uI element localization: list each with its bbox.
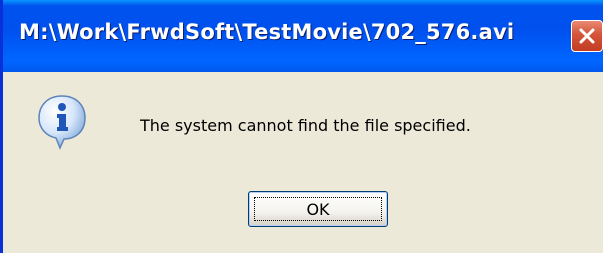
error-message: The system cannot find the file specifie… <box>140 116 471 135</box>
window-title: M:\Work\FrwdSoft\TestMovie\702_576.avi <box>19 20 515 44</box>
ok-button[interactable]: OK <box>248 191 388 227</box>
message-dialog: M:\Work\FrwdSoft\TestMovie\702_576.avi T… <box>0 0 603 253</box>
close-button[interactable] <box>571 20 603 52</box>
dialog-body: The system cannot find the file specifie… <box>3 72 603 253</box>
close-icon <box>579 28 595 44</box>
information-icon <box>38 95 86 150</box>
title-bar[interactable]: M:\Work\FrwdSoft\TestMovie\702_576.avi <box>3 0 603 72</box>
ok-button-label: OK <box>306 200 330 219</box>
